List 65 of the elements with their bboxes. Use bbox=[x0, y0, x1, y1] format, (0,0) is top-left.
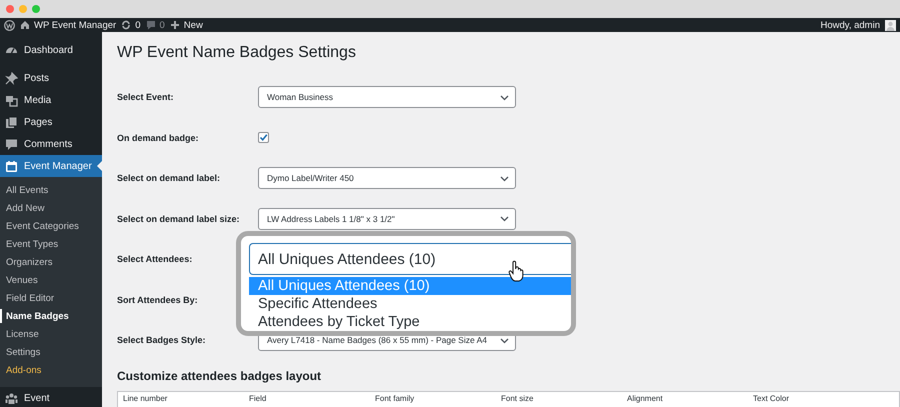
greeting-link[interactable]: Howdy, admin bbox=[820, 20, 880, 30]
column-header: Font size bbox=[501, 394, 534, 402]
select-field[interactable]: All Uniques Attendees (10) bbox=[249, 243, 571, 275]
refresh-icon bbox=[121, 20, 132, 30]
speech-bubble-icon bbox=[146, 20, 156, 30]
speech-bubble-icon bbox=[5, 138, 18, 150]
column-header: Text Color bbox=[753, 394, 790, 402]
chevron-down-icon bbox=[500, 174, 509, 182]
updates-count[interactable]: 0 bbox=[135, 20, 140, 30]
calendar-icon bbox=[5, 160, 18, 172]
people-group-icon bbox=[5, 392, 18, 404]
submenu-item[interactable]: Event Types bbox=[0, 235, 58, 253]
field-label: On demand badge: bbox=[117, 132, 199, 142]
select-field[interactable]: Woman Business bbox=[258, 86, 516, 108]
minimize-dot[interactable] bbox=[19, 5, 27, 13]
maximize-dot[interactable] bbox=[32, 5, 40, 13]
submenu-item[interactable]: Add New bbox=[0, 199, 45, 217]
submenu-item[interactable]: Field Editor bbox=[0, 289, 54, 307]
submenu-item[interactable]: License bbox=[0, 325, 39, 343]
chevron-down-icon bbox=[500, 94, 509, 100]
submenu-item[interactable]: Organizers bbox=[0, 253, 52, 271]
media-icon bbox=[5, 94, 18, 106]
field-label: Select Badges Style: bbox=[117, 335, 206, 345]
sidebar-menu-item[interactable]: Event bbox=[0, 387, 102, 407]
new-link[interactable]: New bbox=[184, 20, 203, 30]
select-field[interactable]: Dymo Label/Writer 450 bbox=[258, 167, 516, 189]
sidebar-menu-item[interactable]: Posts bbox=[0, 67, 102, 89]
dropdown-option[interactable]: Attendees by Ticket Type bbox=[249, 313, 571, 331]
submenu-item[interactable]: All Events bbox=[0, 181, 48, 199]
column-header: Line number bbox=[123, 394, 168, 402]
page-title: WP Event Name Badges Settings bbox=[117, 44, 356, 62]
submenu-item[interactable]: Name Badges bbox=[0, 307, 69, 325]
comments-count[interactable]: 0 bbox=[160, 20, 165, 30]
sidebar-menu-item[interactable]: Media bbox=[0, 89, 102, 111]
section-heading: Customize attendees badges layout bbox=[117, 368, 322, 382]
close-dot[interactable] bbox=[6, 5, 14, 13]
plus-icon bbox=[170, 20, 180, 30]
site-name-link[interactable]: WP Event Manager bbox=[34, 20, 116, 30]
checkbox[interactable] bbox=[258, 132, 269, 143]
field-label: Sort Attendees By: bbox=[117, 294, 198, 304]
column-header: Font family bbox=[375, 394, 414, 402]
submenu-item[interactable]: Venues bbox=[0, 271, 38, 289]
dropdown-option[interactable]: Specific Attendees bbox=[249, 295, 571, 313]
submenu-item[interactable]: Add-ons bbox=[0, 361, 42, 379]
pages-icon bbox=[5, 116, 18, 128]
field-label: Select Event: bbox=[117, 92, 174, 102]
submenu-item[interactable]: Settings bbox=[0, 343, 40, 361]
column-header: Field bbox=[249, 394, 266, 402]
sidebar-menu-item[interactable]: Comments bbox=[0, 133, 102, 155]
chevron-down-icon bbox=[500, 215, 509, 222]
sidebar-menu-item[interactable]: Pages bbox=[0, 111, 102, 133]
chevron-down-icon bbox=[500, 336, 509, 344]
sidebar-menu-item[interactable]: Event Manager bbox=[0, 155, 102, 177]
sidebar-menu-item[interactable]: Dashboard bbox=[0, 39, 102, 61]
submenu-item[interactable]: Event Categories bbox=[0, 217, 79, 235]
field-label: Select on demand label: bbox=[117, 173, 220, 183]
home-icon bbox=[20, 20, 30, 30]
column-header: Alignment bbox=[627, 394, 663, 402]
pushpin-icon bbox=[5, 72, 18, 84]
field-label: Select on demand label size: bbox=[117, 214, 240, 224]
field-label: Select Attendees: bbox=[117, 254, 192, 264]
hand-cursor-icon bbox=[508, 260, 524, 282]
select-field[interactable]: LW Address Labels 1 1/8" x 3 1/2" bbox=[258, 208, 516, 230]
wordpress-logo-icon[interactable] bbox=[4, 20, 15, 30]
avatar-icon bbox=[885, 20, 896, 30]
